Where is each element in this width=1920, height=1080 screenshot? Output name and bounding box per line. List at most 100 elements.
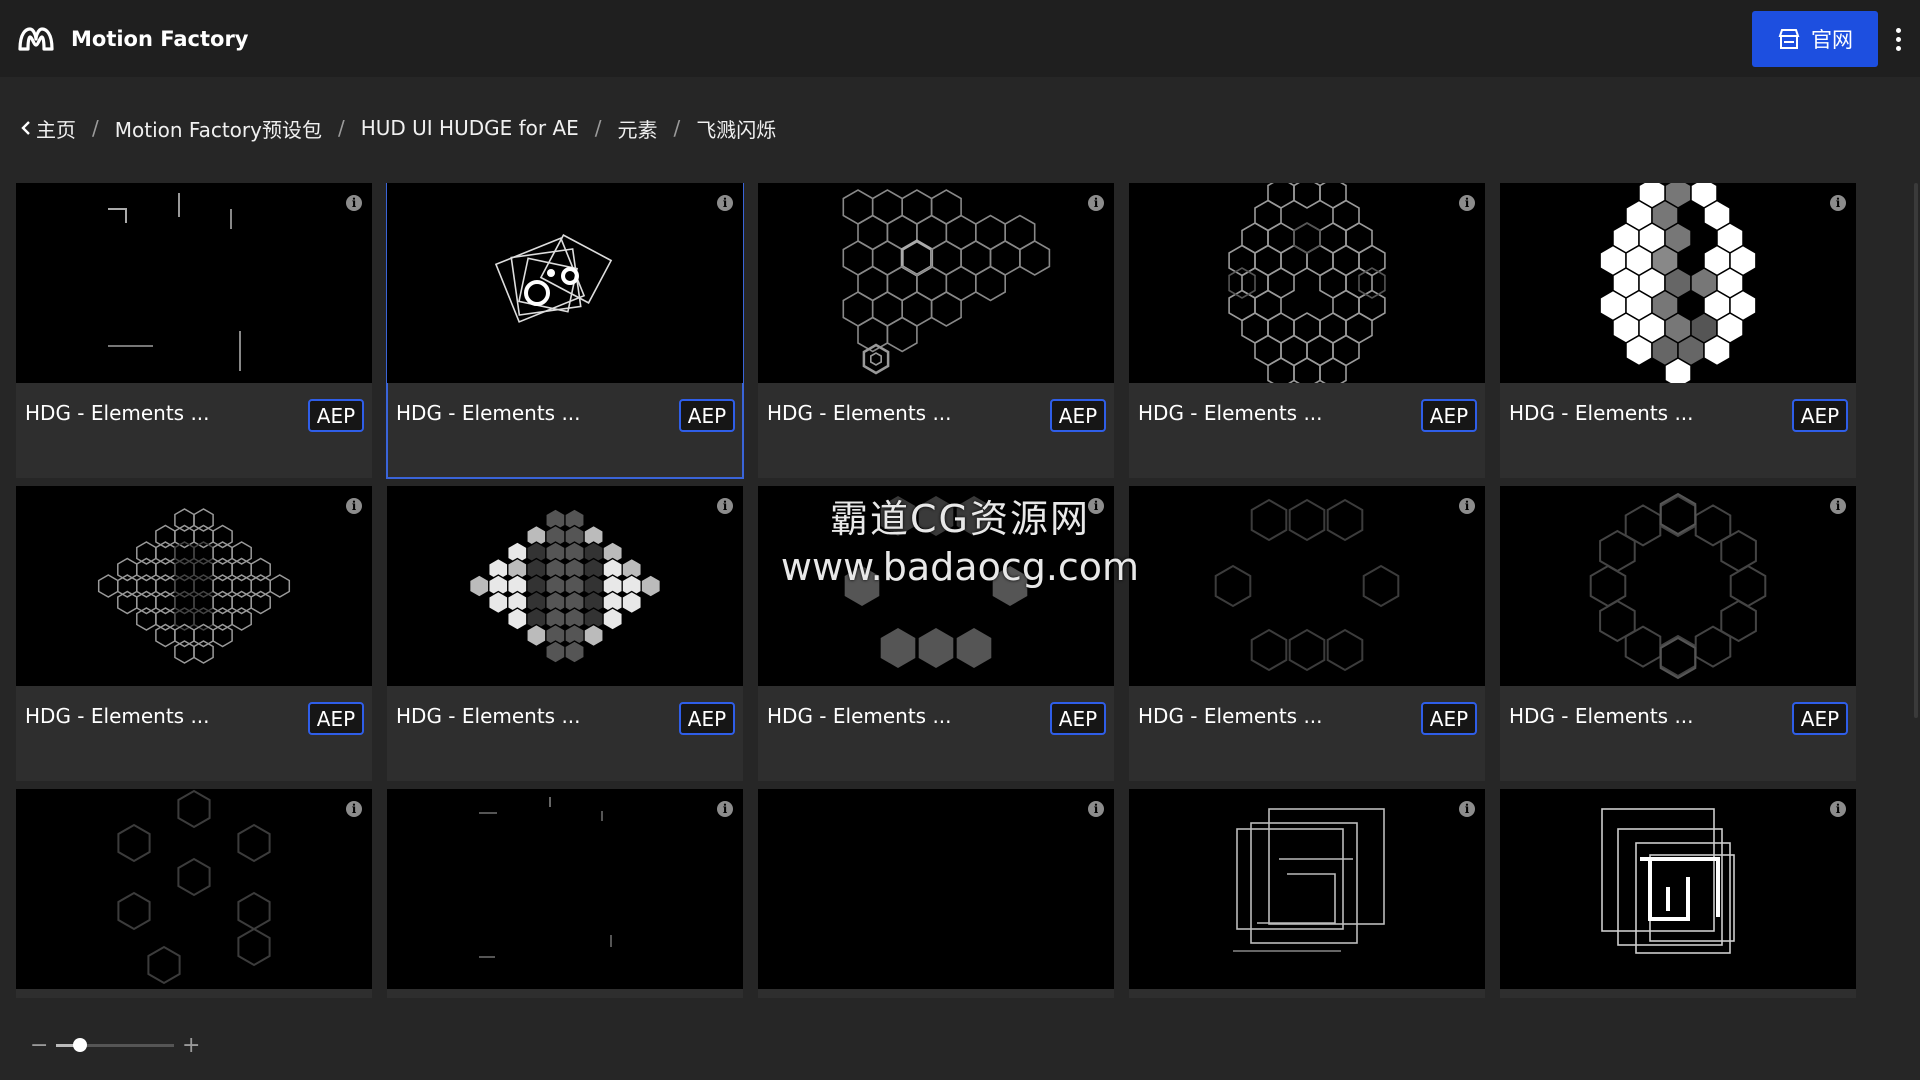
asset-card[interactable]: i [16, 789, 372, 998]
breadcrumb-elements[interactable]: 元素 [618, 114, 658, 143]
breadcrumb-hud-pack[interactable]: HUD UI HUDGE for AE [361, 116, 579, 140]
hex-ring-filled-preview-icon [1599, 183, 1757, 383]
info-icon[interactable]: i [1459, 195, 1475, 211]
watermark: 霸道CG资源网 www.badaocg.com [760, 488, 1160, 589]
hex-diamond-filled-preview-icon [469, 508, 661, 664]
hex-cluster-outline-preview-icon [842, 189, 1051, 375]
chevron-left-icon[interactable] [20, 120, 32, 136]
breadcrumb-separator: / [92, 116, 99, 140]
file-type-badge: AEP [679, 702, 735, 735]
zoom-out-button[interactable]: − [30, 1033, 48, 1058]
more-vertical-icon[interactable] [1886, 20, 1910, 58]
bottom-bar [0, 998, 1920, 1080]
watermark-line-2: www.badaocg.com [780, 545, 1140, 589]
zoom-control: − + [30, 1033, 200, 1058]
sparks-dots-preview-icon [479, 797, 612, 958]
breadcrumb-preset-pack[interactable]: Motion Factory预设包 [115, 114, 322, 143]
nested-squares-bold-preview-icon [1601, 808, 1735, 954]
asset-thumbnail [758, 183, 1114, 383]
asset-card[interactable]: i [1129, 789, 1485, 998]
official-site-label: 官网 [1811, 28, 1853, 52]
breadcrumb-separator: / [673, 116, 681, 140]
asset-thumbnail [758, 789, 1114, 989]
file-type-badge: AEP [1792, 702, 1848, 735]
asset-thumbnail [16, 486, 372, 686]
app-name: Motion Factory [71, 26, 249, 51]
file-type-badge: AEP [1050, 702, 1106, 735]
hex-sparse-outline-preview-icon [117, 789, 271, 985]
asset-card[interactable]: i HDG - Elements ... AEP [1500, 183, 1856, 478]
info-icon[interactable]: i [346, 801, 362, 817]
asset-thumbnail [16, 183, 372, 383]
asset-title: HDG - Elements ... [25, 704, 210, 728]
asset-thumbnail [1500, 183, 1856, 383]
asset-card[interactable]: i HDG - Elements ... AEP [387, 486, 743, 781]
asset-thumbnail [387, 486, 743, 686]
breadcrumb: 主页 / Motion Factory预设包 / HUD UI HUDGE fo… [20, 110, 776, 146]
asset-card[interactable]: i HDG - Elements ... AEP [1500, 486, 1856, 781]
info-icon[interactable]: i [1459, 498, 1475, 514]
asset-thumbnail [1129, 789, 1485, 989]
info-icon[interactable]: i [1830, 801, 1846, 817]
hex-scattered-outline-preview-icon [1214, 498, 1400, 672]
asset-card[interactable]: i [387, 789, 743, 998]
asset-title: HDG - Elements ... [396, 401, 581, 425]
asset-title: HDG - Elements ... [25, 401, 210, 425]
file-type-badge: AEP [679, 399, 735, 432]
asset-thumbnail [1129, 183, 1485, 383]
blank-preview-icon [758, 789, 1114, 989]
asset-title: HDG - Elements ... [767, 704, 952, 728]
info-icon[interactable]: i [1830, 195, 1846, 211]
hex-ring-outline-preview-icon [1228, 183, 1386, 383]
asset-card[interactable]: i [1500, 789, 1856, 998]
asset-title: HDG - Elements ... [767, 401, 952, 425]
info-icon[interactable]: i [717, 801, 733, 817]
asset-card[interactable]: i HDG - Elements ... AEP [16, 183, 372, 478]
top-bar: Motion Factory 官网 [0, 0, 1920, 77]
asset-card[interactable]: i HDG - Elements ... AEP [758, 183, 1114, 478]
asset-grid: i HDG - Elements ... AEP i HDG - Elements .… [16, 183, 1858, 998]
motion-factory-logo-icon [18, 26, 54, 51]
watermark-line-1: 霸道CG资源网 [830, 497, 1090, 541]
file-type-badge: AEP [308, 702, 364, 735]
asset-thumbnail [1129, 486, 1485, 686]
asset-thumbnail [1500, 486, 1856, 686]
zoom-slider[interactable] [56, 1037, 174, 1052]
asset-thumbnail [387, 789, 743, 989]
asset-title: HDG - Elements ... [1138, 704, 1323, 728]
info-icon[interactable]: i [717, 195, 733, 211]
asset-card[interactable]: i [758, 789, 1114, 998]
info-icon[interactable]: i [1088, 801, 1104, 817]
asset-title: HDG - Elements ... [1509, 401, 1694, 425]
zoom-slider-handle[interactable] [72, 1037, 87, 1052]
info-icon[interactable]: i [346, 195, 362, 211]
asset-card[interactable]: i HDG - Elements ... AEP [1129, 183, 1485, 478]
info-icon[interactable]: i [1088, 195, 1104, 211]
asset-thumbnail [16, 789, 372, 989]
sparks-lines-preview-icon [108, 193, 241, 371]
official-site-button[interactable]: 官网 [1752, 11, 1878, 67]
rotating-squares-preview-icon [494, 234, 613, 323]
breadcrumb-separator: / [337, 116, 345, 140]
asset-title: HDG - Elements ... [396, 704, 581, 728]
info-icon[interactable]: i [1830, 498, 1846, 514]
info-icon[interactable]: i [1459, 801, 1475, 817]
grid-scrollbar[interactable] [1914, 183, 1918, 718]
file-type-badge: AEP [308, 399, 364, 432]
asset-thumbnail [1500, 789, 1856, 989]
info-icon[interactable]: i [346, 498, 362, 514]
file-type-badge: AEP [1050, 399, 1106, 432]
nested-squares-preview-icon [1233, 808, 1385, 952]
brand[interactable]: Motion Factory [16, 23, 249, 55]
breadcrumb-home[interactable]: 主页 [36, 114, 76, 143]
info-icon[interactable]: i [717, 498, 733, 514]
store-icon [1778, 29, 1800, 49]
asset-card[interactable]: i HDG - Elements ... AEP [386, 183, 744, 479]
breadcrumb-separator: / [594, 116, 602, 140]
asset-card[interactable]: i HDG - Elements ... AEP [1129, 486, 1485, 781]
asset-title: HDG - Elements ... [1509, 704, 1694, 728]
zoom-in-button[interactable]: + [182, 1033, 200, 1058]
file-type-badge: AEP [1792, 399, 1848, 432]
file-type-badge: AEP [1421, 399, 1477, 432]
asset-card[interactable]: i HDG - Elements ... AEP [16, 486, 372, 781]
